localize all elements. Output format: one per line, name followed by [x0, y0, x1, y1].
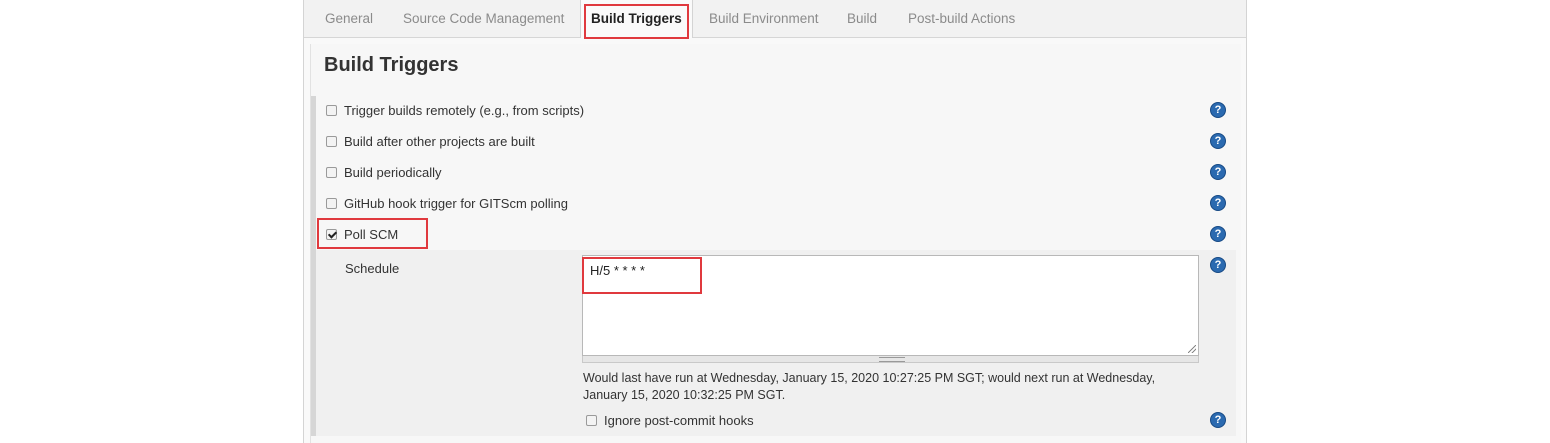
tab-build[interactable]: Build: [847, 0, 877, 37]
section-title: Build Triggers: [324, 54, 459, 76]
poll-scm-checkbox[interactable]: [326, 229, 337, 240]
schedule-run-note: Would last have run at Wednesday, Januar…: [583, 371, 1156, 402]
github-hook-label: GitHub hook trigger for GITScm polling: [344, 196, 568, 211]
resize-corner-icon[interactable]: [1188, 345, 1196, 353]
tab-source-code-management[interactable]: Source Code Management: [403, 0, 564, 37]
build-periodically-checkbox[interactable]: [326, 167, 337, 178]
tab-bar: General Source Code Management Build Tri…: [304, 0, 1246, 38]
help-icon[interactable]: ?: [1210, 164, 1226, 180]
schedule-label: Schedule: [345, 261, 400, 276]
trigger-remote-label: Trigger builds remotely (e.g., from scri…: [344, 103, 585, 118]
tab-post-build-actions[interactable]: Post-build Actions: [908, 0, 1015, 37]
build-after-label: Build after other projects are built: [344, 134, 535, 149]
tab-build-environment[interactable]: Build Environment: [709, 0, 819, 37]
build-after-row[interactable]: Build after other projects are built: [326, 132, 535, 152]
help-icon[interactable]: ?: [1210, 133, 1226, 149]
help-icon[interactable]: ?: [1210, 226, 1226, 242]
help-icon[interactable]: ?: [1210, 195, 1226, 211]
help-icon[interactable]: ?: [1210, 412, 1226, 428]
ignore-hooks-checkbox[interactable]: [586, 415, 597, 426]
poll-scm-row[interactable]: Poll SCM: [326, 225, 398, 245]
help-icon[interactable]: ?: [1210, 102, 1226, 118]
schedule-textarea[interactable]: H/5 * * * *: [582, 255, 1199, 356]
build-periodically-row[interactable]: Build periodically: [326, 163, 442, 183]
trigger-remote-checkbox[interactable]: [326, 105, 337, 116]
poll-scm-label: Poll SCM: [344, 227, 399, 242]
help-icon[interactable]: ?: [1210, 257, 1226, 273]
build-periodically-label: Build periodically: [344, 165, 442, 180]
schedule-value: H/5 * * * *: [590, 263, 645, 278]
tab-general[interactable]: General: [325, 0, 373, 37]
github-hook-checkbox[interactable]: [326, 198, 337, 209]
github-hook-row[interactable]: GitHub hook trigger for GITScm polling: [326, 194, 568, 214]
textarea-resize-handle[interactable]: [582, 356, 1199, 363]
tab-build-triggers[interactable]: Build Triggers: [580, 0, 693, 38]
ignore-hooks-row[interactable]: Ignore post-commit hooks: [586, 411, 754, 431]
ignore-hooks-label: Ignore post-commit hooks: [604, 413, 754, 428]
grip-icon: [879, 357, 905, 362]
build-after-checkbox[interactable]: [326, 136, 337, 147]
trigger-remote-row[interactable]: Trigger builds remotely (e.g., from scri…: [326, 101, 584, 121]
